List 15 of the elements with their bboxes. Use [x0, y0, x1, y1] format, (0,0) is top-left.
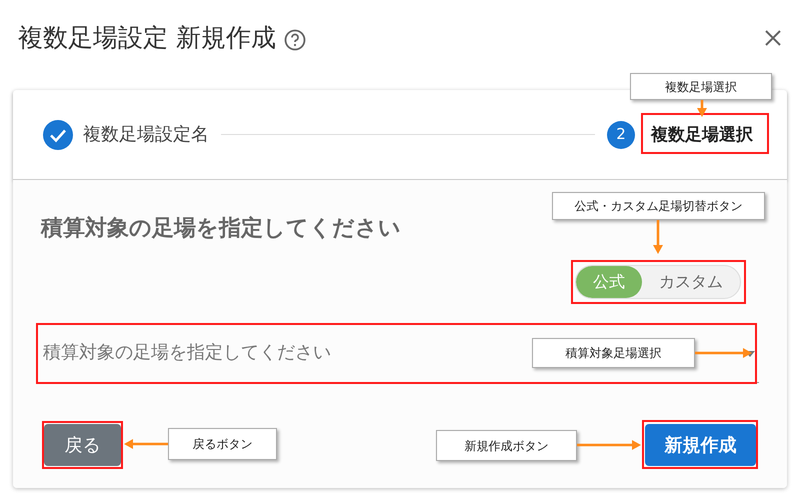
step-label: 複数足場選択 [651, 124, 753, 146]
select-placeholder: 積算対象の足場を指定してください [43, 341, 331, 365]
section-heading: 積算対象の足場を指定してください [41, 214, 401, 243]
callout-label: 新規作成ボタン [436, 430, 577, 461]
create-button[interactable]: 新規作成 [645, 424, 756, 466]
callout-label: 戻るボタン [168, 428, 277, 460]
back-button[interactable]: 戻る [44, 424, 121, 466]
dialog-title: 複数足場設定 新規作成 [18, 22, 276, 54]
step-number: 2 [607, 120, 635, 148]
toggle-option[interactable]: 公式 [576, 266, 642, 298]
step-label: 複数足場設定名 [83, 123, 209, 147]
callout-label: 複数足場選択 [630, 73, 772, 100]
toggle-option[interactable]: カスタム [642, 266, 740, 298]
callout-label: 公式・カスタム足場切替ボタン [552, 192, 765, 220]
callout-label: 積算対象足場選択 [532, 338, 695, 368]
